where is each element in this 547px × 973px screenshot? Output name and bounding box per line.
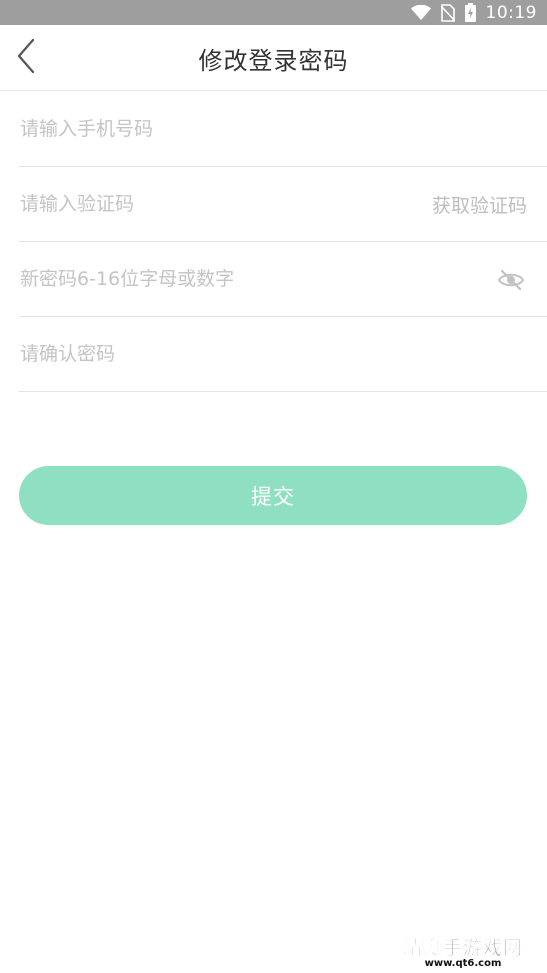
get-code-button[interactable]: 获取验证码: [432, 191, 527, 218]
eye-off-icon[interactable]: [497, 268, 525, 292]
status-time: 10:19: [485, 2, 537, 23]
confirm-password-input[interactable]: [19, 317, 547, 391]
watermark-title: 蜻蜓手游戏网: [402, 937, 523, 960]
new-password-row: [19, 242, 547, 317]
no-sim-icon: [440, 3, 455, 22]
phone-input[interactable]: [19, 92, 547, 166]
wifi-icon: [410, 4, 431, 21]
phone-row: [19, 92, 547, 167]
new-password-input[interactable]: [19, 242, 547, 316]
battery-charging-icon: [464, 3, 476, 22]
page-title: 修改登录密码: [198, 47, 349, 75]
change-password-screen: 10:19 修改登录密码 获取验证码: [0, 0, 547, 973]
confirm-password-row: [19, 317, 547, 392]
watermark-logo: 蜻蜓手游戏网 www.qt6.com: [393, 933, 533, 973]
status-bar: 10:19: [0, 0, 547, 25]
header-bar: 修改登录密码: [0, 25, 547, 91]
submit-button[interactable]: 提交: [19, 466, 527, 525]
verification-code-row: 获取验证码: [19, 167, 547, 242]
